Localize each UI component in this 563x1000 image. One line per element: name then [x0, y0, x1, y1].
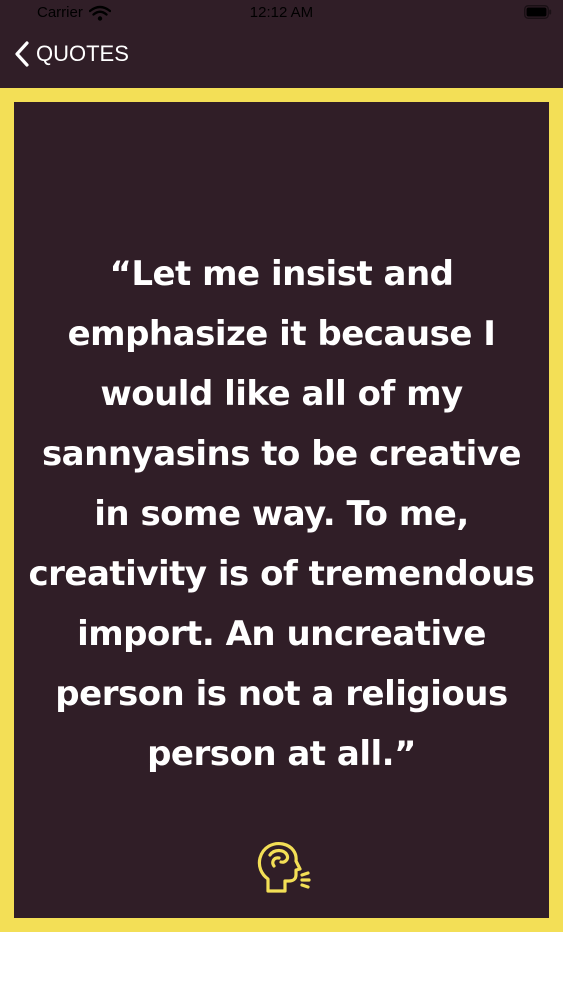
navigation-bar: QUOTES [0, 36, 563, 80]
status-time: 12:12 AM [249, 4, 314, 21]
back-button[interactable]: QUOTES [14, 40, 129, 68]
quote-card: “Let me insist and emphasize it because … [0, 88, 563, 932]
header-bar: Carrier 12:12 AM QUOTES [0, 0, 563, 88]
quote-text: “Let me insist and emphasize it because … [28, 254, 535, 774]
status-bar: Carrier 12:12 AM [0, 0, 563, 28]
app-screen: Carrier 12:12 AM QUOTES “Let me insist a… [0, 0, 563, 1000]
battery-icon [524, 5, 552, 19]
speaking-head-icon[interactable] [252, 837, 312, 897]
chevron-left-icon [15, 41, 29, 67]
back-button-label: QUOTES [36, 41, 129, 66]
bottom-safe-area [0, 932, 563, 1000]
